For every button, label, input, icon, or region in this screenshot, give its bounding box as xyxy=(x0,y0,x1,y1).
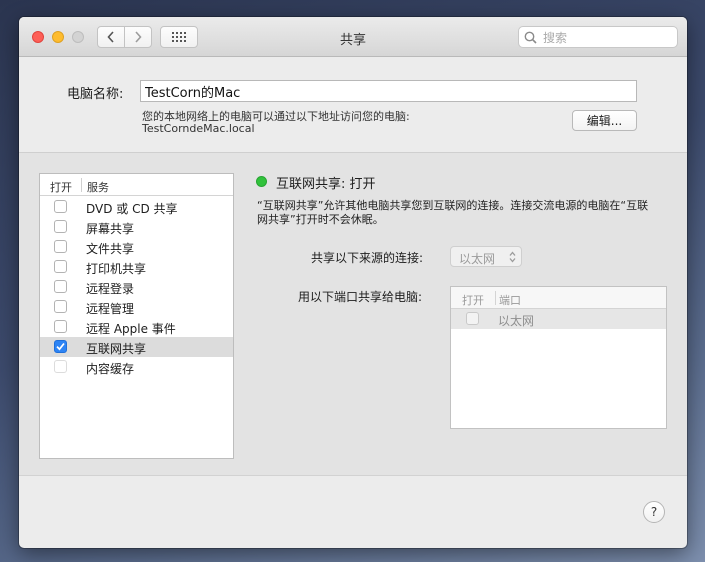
share-source-select[interactable]: 以太网 xyxy=(450,246,522,267)
port-checkbox xyxy=(466,312,479,325)
checkmark-icon xyxy=(56,342,65,351)
service-checkbox[interactable] xyxy=(54,220,67,233)
service-label: DVD 或 CD 共享 xyxy=(86,202,178,216)
port-label: 以太网 xyxy=(498,314,535,328)
share-source-label: 共享以下来源的连接: xyxy=(311,251,424,265)
service-label: 内容缓存 xyxy=(86,362,135,376)
service-row-file-sharing[interactable]: 文件共享 xyxy=(40,237,233,257)
title-bar: 共享 xyxy=(19,17,687,57)
search-input[interactable] xyxy=(541,29,677,47)
service-row-content-caching[interactable]: 内容缓存 xyxy=(40,357,233,377)
edit-button[interactable]: 编辑... xyxy=(572,110,637,131)
ports-header-divider xyxy=(495,291,496,305)
ports-table-header: 打开 端口 xyxy=(451,287,666,309)
service-checkbox[interactable] xyxy=(54,300,67,313)
service-checkbox[interactable] xyxy=(54,240,67,253)
updown-arrows-icon xyxy=(509,251,516,263)
service-description-line2: 网共享”打开时不会休眠。 xyxy=(257,213,384,226)
header-service[interactable]: 服务 xyxy=(87,179,109,195)
service-label: 打印机共享 xyxy=(86,262,147,276)
service-row-remote-management[interactable]: 远程管理 xyxy=(40,297,233,317)
search-box[interactable] xyxy=(518,26,678,48)
service-row-printer-sharing[interactable]: 打印机共享 xyxy=(40,257,233,277)
services-table: 打开 服务 DVD 或 CD 共享 屏幕共享 文件共享 打印机共享 远程登录 远… xyxy=(39,173,234,459)
ports-table: 打开 端口 以太网 xyxy=(450,286,667,429)
sharing-services-section: 打开 服务 DVD 或 CD 共享 屏幕共享 文件共享 打印机共享 远程登录 远… xyxy=(19,152,687,476)
ports-header-port: 端口 xyxy=(499,294,521,307)
computer-name-label: 电脑名称: xyxy=(67,87,124,102)
search-icon xyxy=(524,31,537,44)
service-row-internet-sharing[interactable]: 互联网共享 xyxy=(40,337,233,357)
service-row-remote-apple-events[interactable]: 远程 Apple 事件 xyxy=(40,317,233,337)
service-status: 互联网共享: 打开 xyxy=(276,177,376,192)
header-divider xyxy=(81,178,82,192)
status-indicator xyxy=(256,176,267,187)
service-label: 远程登录 xyxy=(86,282,135,296)
service-checkbox[interactable] xyxy=(54,360,67,373)
service-checkbox[interactable] xyxy=(54,340,67,353)
service-label: 文件共享 xyxy=(86,242,135,256)
help-button[interactable]: ? xyxy=(643,501,665,523)
computer-name-field[interactable] xyxy=(140,80,637,102)
share-ports-label: 用以下端口共享给电脑: xyxy=(298,290,423,304)
service-checkbox[interactable] xyxy=(54,200,67,213)
services-table-header: 打开 服务 xyxy=(40,174,233,196)
header-open[interactable]: 打开 xyxy=(50,179,72,195)
service-checkbox[interactable] xyxy=(54,280,67,293)
service-checkbox[interactable] xyxy=(54,260,67,273)
service-row-screen-sharing[interactable]: 屏幕共享 xyxy=(40,217,233,237)
sharing-window: 共享 电脑名称: 您的本地网络上的电脑可以通过以下地址访问您的电脑: TestC… xyxy=(19,17,687,548)
ports-header-open: 打开 xyxy=(462,294,484,307)
share-source-value: 以太网 xyxy=(459,252,496,266)
service-label: 远程 Apple 事件 xyxy=(86,322,176,336)
port-row-ethernet: 以太网 xyxy=(451,309,666,329)
service-label: 互联网共享 xyxy=(86,342,147,356)
service-row-dvd[interactable]: DVD 或 CD 共享 xyxy=(40,197,233,217)
service-checkbox[interactable] xyxy=(54,320,67,333)
service-label: 远程管理 xyxy=(86,302,135,316)
service-row-remote-login[interactable]: 远程登录 xyxy=(40,277,233,297)
service-label: 屏幕共享 xyxy=(86,222,135,236)
computer-name-section: 电脑名称: 您的本地网络上的电脑可以通过以下地址访问您的电脑: TestCorn… xyxy=(19,57,687,152)
footer: ? xyxy=(19,475,687,548)
local-address: TestCorndeMac.local xyxy=(142,122,255,135)
